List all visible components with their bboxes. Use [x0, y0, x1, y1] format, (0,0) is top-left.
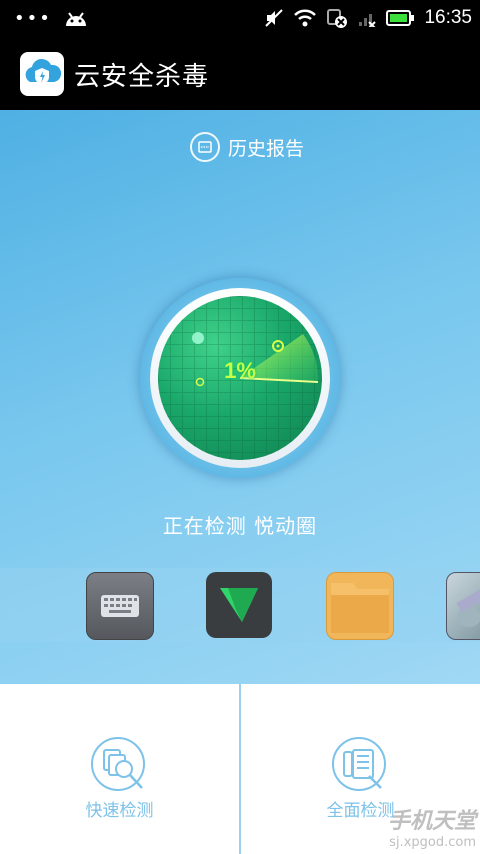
signal-icon [359, 14, 377, 27]
status-bar-right: 16:35 [264, 7, 472, 29]
android-icon [65, 12, 86, 26]
watermark-main: 手机天堂 [387, 809, 476, 834]
watermark: 手机天堂 sj.xpgod.com [388, 803, 476, 850]
quick-scan-button[interactable]: 快速检测 [0, 684, 239, 854]
status-bar-left: ••• [14, 10, 88, 28]
watermark-sub: sj.xpgod.com [389, 835, 476, 850]
notification-icon [327, 9, 348, 28]
scan-panel: 历史报告 1% 正在检测 悦动圈 [0, 110, 480, 684]
radar-face: 1% [158, 296, 322, 460]
more-dots-icon: ••• [14, 8, 52, 29]
app-title: 云安全杀毒 [74, 62, 210, 92]
scanned-apps-strip [0, 568, 480, 642]
scan-progress-text: 1% [224, 358, 256, 383]
scan-radar: 1% [140, 278, 340, 478]
green-arrow-app-icon [206, 572, 272, 638]
keyboard-app-icon [86, 572, 154, 640]
app-bar: 云安全杀毒 [0, 40, 480, 110]
full-scan-icon [332, 737, 386, 791]
photo-app-icon [446, 572, 480, 640]
mute-icon [265, 9, 284, 27]
history-report-link[interactable]: 历史报告 [190, 132, 304, 162]
wifi-icon [294, 9, 317, 27]
status-bar: ••• 16:35 [0, 0, 480, 40]
radar-glow [192, 332, 204, 344]
quick-scan-label: 快速检测 [85, 801, 154, 821]
status-time: 16:35 [424, 7, 472, 28]
report-icon [190, 132, 220, 162]
cloud-shield-icon[interactable] [20, 52, 64, 96]
scan-status-text: 正在检测 悦动圈 [162, 514, 318, 538]
quick-scan-icon [91, 737, 145, 791]
history-report-label: 历史报告 [228, 137, 305, 160]
battery-icon [386, 10, 415, 26]
bottom-actions: 快速检测 全面检测 手机天堂 sj.xpgod.com [0, 684, 480, 854]
folder-app-icon [326, 572, 394, 640]
